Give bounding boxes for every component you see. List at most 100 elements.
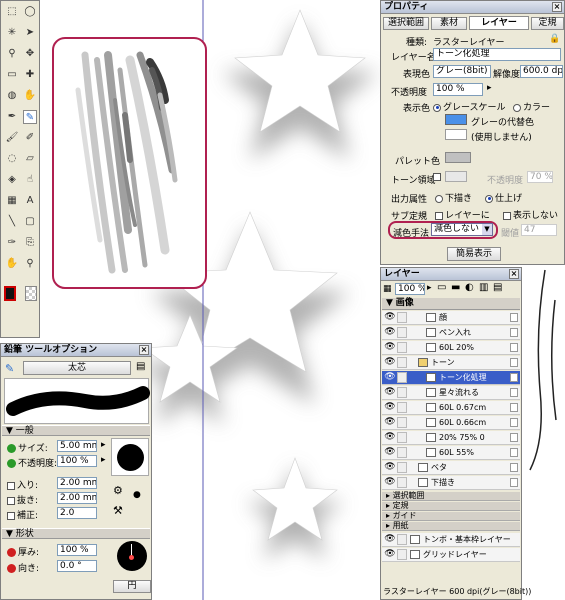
layer-row[interactable]: 👁 ベタ (382, 461, 520, 475)
eye-icon[interactable]: 👁 (384, 402, 396, 413)
size-arrow-icon[interactable]: ▸ (101, 440, 106, 450)
eye-icon[interactable]: 👁 (384, 327, 396, 338)
finish-radio[interactable]: 仕上げ (485, 191, 522, 204)
layer-row[interactable]: 👁 顔 (382, 311, 520, 325)
layer-group-row[interactable]: ▸ 定規 (382, 502, 520, 511)
resolution-field[interactable]: 600.0 dpi (520, 65, 563, 78)
lock-toggle[interactable] (397, 327, 407, 338)
menu-icon[interactable]: ▤ (136, 361, 145, 372)
close-icon[interactable]: × (509, 269, 519, 279)
lock-toggle[interactable] (397, 462, 407, 473)
airbrush-icon[interactable]: ◌ (5, 152, 19, 166)
threshold-field[interactable]: 47 (521, 224, 557, 236)
out-field[interactable]: 2.00 mm (57, 492, 97, 504)
eye-icon[interactable]: 👁 (384, 312, 396, 323)
unused-swatch[interactable] (445, 129, 467, 140)
layer-options-icon[interactable]: ▤ (493, 282, 502, 293)
zoom-icon[interactable]: ⚲ (23, 257, 37, 271)
in-field[interactable]: 2.00 mm (57, 477, 97, 489)
lock-toggle[interactable] (397, 534, 407, 545)
layer-row[interactable]: 👁 トンボ・基本枠レイヤー (382, 533, 520, 547)
eye-icon[interactable]: 👁 (384, 432, 396, 443)
opacity-field[interactable]: 100 % (433, 83, 483, 96)
layer-row[interactable]: 👁 60L 20% (382, 341, 520, 355)
pointer-icon[interactable]: ➤ (23, 26, 37, 40)
zoom-arrow-icon[interactable]: ▸ (427, 283, 432, 293)
color-radio[interactable]: カラー (513, 100, 550, 113)
layer-folder-row[interactable]: ▼ 画像 (382, 298, 520, 310)
thickness-field[interactable]: 100 % (57, 544, 97, 556)
expression-field[interactable]: グレー(8bit) (433, 65, 491, 78)
layer-row[interactable]: 👁 下描き (382, 476, 520, 490)
lock-toggle[interactable] (397, 417, 407, 428)
layer-row[interactable]: 👁 20% 75% 0 (382, 431, 520, 445)
gradient-icon[interactable]: ▦ (5, 194, 19, 208)
layer-checkbox[interactable]: レイヤーに (435, 208, 490, 221)
wand-icon[interactable]: ✳ (5, 26, 19, 40)
lock-toggle[interactable] (397, 549, 407, 560)
tilt-icon[interactable]: ⚒ (113, 504, 123, 517)
lock-toggle[interactable] (397, 357, 407, 368)
tone-opacity-field[interactable]: 70 % (527, 171, 553, 183)
opacity-arrow-icon[interactable]: ▸ (101, 455, 106, 465)
lock-toggle[interactable] (397, 387, 407, 398)
gray-alt-swatch[interactable] (445, 114, 467, 125)
layer-row[interactable]: 👁 60L 0.66cm (382, 416, 520, 430)
lock-toggle[interactable] (397, 447, 407, 458)
opacity-arrow-icon[interactable]: ▸ (487, 83, 492, 93)
stamp-icon[interactable]: ⎘ (23, 236, 37, 250)
layer-row[interactable]: 👁 トーン化処理 (382, 371, 520, 385)
direction-field[interactable]: 0.0 ° (57, 560, 97, 572)
pressure-icon[interactable]: ⚙ (113, 484, 123, 497)
lock-toggle[interactable] (397, 312, 407, 323)
lock-toggle[interactable] (397, 342, 407, 353)
hide-checkbox[interactable]: 表示しない (503, 208, 558, 221)
line-icon[interactable]: ╲ (5, 215, 19, 229)
layer-name-field[interactable]: トーン化処理 (433, 48, 561, 61)
hand-icon[interactable]: ✋ (23, 89, 37, 103)
grayscale-radio[interactable]: グレースケール (433, 100, 506, 113)
blend-dot-icon[interactable]: ● (133, 490, 141, 500)
eye-icon[interactable]: 👁 (384, 447, 396, 458)
tab-selection[interactable]: 選択範囲 (383, 17, 429, 30)
opacity-field[interactable]: 100 % (57, 455, 97, 467)
simple-display-button[interactable]: 簡易表示 (447, 247, 501, 261)
layer-row[interactable]: 👁 60L 55% (382, 446, 520, 460)
eye-icon[interactable]: 👁 (384, 462, 396, 473)
lock-toggle[interactable] (397, 402, 407, 413)
chevron-down-icon[interactable]: ▼ (482, 224, 492, 235)
correct-field[interactable]: 2.0 (57, 507, 97, 519)
hand-grab-icon[interactable]: ✋ (5, 257, 19, 271)
close-icon[interactable]: × (552, 2, 562, 12)
layer-row[interactable]: 👁 60L 0.67cm (382, 401, 520, 415)
draft-radio[interactable]: 下描き (435, 191, 472, 204)
layer-group-row[interactable]: ▸ ガイド (382, 512, 520, 521)
foreground-color-swatch[interactable] (4, 286, 16, 301)
reduce-select[interactable]: 減色しない ▼ (431, 223, 493, 236)
marquee-icon[interactable]: ⬚ (5, 5, 19, 19)
layer-group-row[interactable]: ▸ 用紙 (382, 522, 520, 531)
rectangle-icon[interactable]: ▢ (23, 215, 37, 229)
shape-circle-button[interactable]: 円 (113, 580, 151, 593)
pen-icon[interactable]: ✒ (5, 110, 19, 124)
crosshair-icon[interactable]: ✚ (23, 68, 37, 82)
move-icon[interactable]: ✥ (23, 47, 37, 61)
eye-icon[interactable]: 👁 (384, 417, 396, 428)
eyedropper-icon[interactable]: ✑ (5, 236, 19, 250)
smudge-icon[interactable]: ☝ (23, 173, 37, 187)
eye-icon[interactable]: 👁 (384, 387, 396, 398)
lock-toggle[interactable] (397, 372, 407, 383)
layer-group-row[interactable]: ▸ 選択範囲 (382, 492, 520, 501)
section-shape[interactable]: ▼ 形状 (2, 528, 150, 539)
layer-row[interactable]: 👁 ペン入れ (382, 326, 520, 340)
layer-row[interactable]: 👁 トーン (382, 356, 520, 370)
lock-toggle[interactable] (397, 477, 407, 488)
text-icon[interactable]: A (23, 194, 37, 208)
pencil-icon[interactable]: ✎ (23, 110, 37, 124)
tone-area-checkbox[interactable] (433, 172, 443, 182)
trash-icon[interactable]: ▥ (479, 282, 488, 293)
tab-ruler[interactable]: 定規 (531, 17, 564, 30)
eraser-icon[interactable]: ▱ (23, 152, 37, 166)
layer-row[interactable]: 👁 グリッドレイヤー (382, 548, 520, 562)
layer-tool-icon[interactable]: ◐ (465, 282, 474, 293)
